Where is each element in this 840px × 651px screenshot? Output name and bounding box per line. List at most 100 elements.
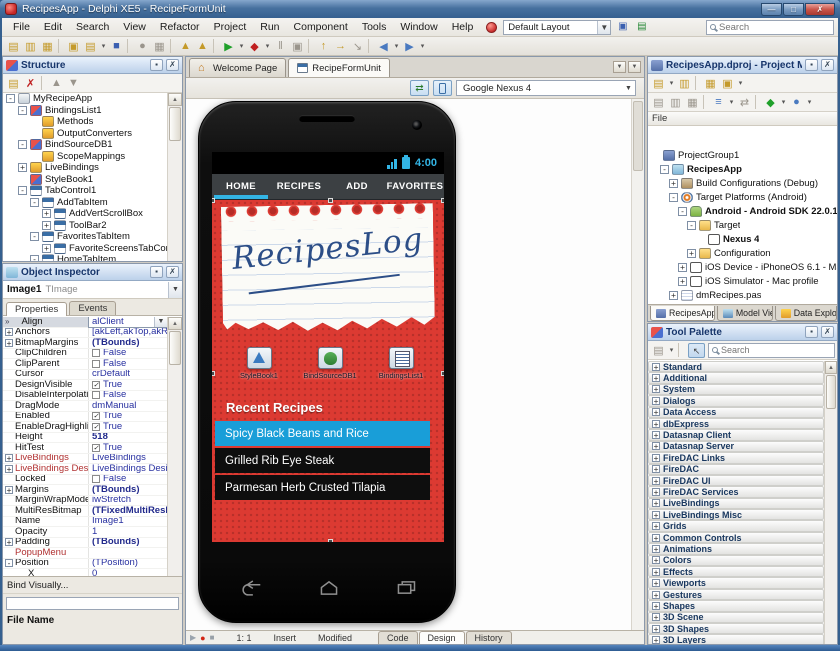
dropdown-icon[interactable]: ▾ (736, 75, 745, 91)
property-row[interactable]: + Anchors [akLeft,akTop,akRight,akBott ▼ (3, 327, 167, 338)
tree-item[interactable]: Methods (3, 116, 167, 128)
property-row[interactable]: ClipParent False ▼ (3, 359, 167, 370)
expand-toggle-icon[interactable]: - (678, 206, 687, 216)
chevron-down-icon[interactable]: ▼ (168, 281, 182, 298)
property-value-cell[interactable]: 0 ▼ (89, 569, 167, 576)
rotate-device-icon[interactable]: ⇄ (410, 80, 429, 96)
view-list-icon[interactable]: ≡ (710, 94, 727, 110)
cursor-tool-icon[interactable]: ↖ (688, 342, 705, 358)
canvas-scrollbar[interactable] (631, 99, 644, 630)
palette-category[interactable]: + FireDAC Services (648, 486, 824, 498)
panel-tab[interactable]: RecipesApp.... (650, 306, 715, 321)
expand-toggle-icon[interactable]: - (30, 232, 39, 242)
component-selector[interactable]: Image1 TImage ▼ (3, 281, 182, 299)
phone-screen[interactable]: 4:00 HOME RECIPES ADD FAVORITES RecipesL… (212, 152, 444, 542)
separator[interactable] (703, 95, 708, 109)
property-value-cell[interactable]: (TPosition) ▼ (89, 559, 167, 569)
chevron-down-icon[interactable]: ▼ (622, 85, 635, 92)
property-row[interactable]: EnableDragHighlight True ▼ (3, 422, 167, 433)
palette-category[interactable]: + LiveBindings Misc (648, 509, 824, 521)
open-icon[interactable]: ▥ (22, 38, 39, 54)
property-row[interactable]: Name Image1 ▼ (3, 516, 167, 527)
expand-toggle-icon[interactable]: - (6, 94, 15, 104)
separator[interactable] (695, 76, 700, 90)
expand-toggle-icon[interactable]: - (18, 140, 27, 150)
palette-category[interactable]: + 3D Layers (648, 634, 824, 644)
palette-category[interactable]: + Common Controls (648, 531, 824, 544)
scroll-up-icon[interactable]: ▲ (168, 317, 182, 330)
component-icon-item[interactable]: StyleBook1 (228, 347, 290, 380)
expand-toggle-icon[interactable]: + (652, 567, 660, 576)
editor-tab[interactable]: RecipeFormUnit (288, 58, 390, 77)
tree-item[interactable]: + FavoriteScreensTabControl (3, 242, 167, 255)
expand-toggle-icon[interactable]: + (652, 510, 660, 519)
add-file-icon[interactable]: ▣ (65, 38, 82, 54)
palette-category[interactable]: + LiveBindings (648, 497, 824, 510)
back-icon[interactable]: ◀ (375, 38, 392, 54)
app-tab[interactable]: HOME (212, 174, 270, 199)
scrollbar[interactable]: ▲ (167, 93, 182, 261)
show-source-icon[interactable]: ▦ (684, 94, 701, 110)
property-row[interactable]: + Padding (TBounds) ▼ (3, 537, 167, 548)
tree-item[interactable]: Nexus 4 (648, 232, 837, 246)
panel-tab[interactable]: Data Explorer (774, 306, 837, 321)
pin-icon[interactable]: ▪ (150, 59, 163, 71)
property-value-cell[interactable]: ▼ (89, 548, 167, 558)
dropdown-icon[interactable]: ▾ (237, 38, 246, 54)
separator[interactable] (170, 39, 175, 53)
property-row[interactable]: Locked False ▼ (3, 474, 167, 485)
scroll-up-icon[interactable]: ▲ (825, 361, 837, 374)
chevron-down-icon[interactable]: ▼ (597, 20, 611, 34)
close-icon[interactable]: ✗ (821, 326, 834, 338)
property-value-cell[interactable]: True ▼ (89, 412, 167, 422)
new-item-icon[interactable]: ▤ (5, 75, 22, 91)
checkbox-icon[interactable] (92, 391, 100, 400)
expand-toggle-icon[interactable]: - (5, 559, 13, 568)
property-filter-input[interactable] (6, 597, 179, 610)
property-value-cell[interactable]: LiveBindings Designer ▼ (89, 464, 167, 474)
expand-toggle-icon[interactable]: - (18, 105, 27, 115)
expand-toggle-icon[interactable]: + (652, 385, 660, 394)
expand-toggle-icon[interactable]: + (652, 374, 660, 383)
delete-icon[interactable]: ✗ (22, 75, 39, 91)
palette-category[interactable]: + Gestures (648, 588, 824, 601)
property-row[interactable]: PopupMenu ▼ (3, 548, 167, 559)
expand-toggle-icon[interactable]: + (5, 454, 13, 463)
property-value-cell[interactable]: (TFixedMultiResBitmap) ▼ (89, 506, 167, 516)
dropdown-icon[interactable]: ▾ (392, 38, 401, 54)
property-value-cell[interactable]: dmManual ▼ (89, 401, 167, 411)
expand-toggle-icon[interactable]: + (652, 613, 660, 622)
palette-category[interactable]: + FireDAC Links (648, 452, 824, 464)
property-value-cell[interactable]: True ▼ (89, 380, 167, 390)
dropdown-icon[interactable]: ▾ (99, 38, 108, 54)
menu-item[interactable]: Project (207, 19, 254, 35)
property-row[interactable]: Enabled True ▼ (3, 411, 167, 422)
palette-menu-icon[interactable]: ▤ (650, 342, 667, 358)
tree-item[interactable]: - RecipesApp (648, 162, 837, 176)
app-tab[interactable]: RECIPES (270, 174, 328, 199)
property-row[interactable]: DisableInterpolation False ▼ (3, 390, 167, 401)
app-tab[interactable]: FAVORITES (386, 174, 444, 199)
separator[interactable] (127, 39, 132, 53)
tree-item[interactable]: - HomeTabItem (3, 254, 167, 261)
tree-item[interactable]: ProjectGroup1 (648, 148, 837, 162)
sync-icon[interactable]: ⇄ (736, 94, 753, 110)
tree-item[interactable]: - AddTabItem (3, 196, 167, 209)
palette-category[interactable]: + Viewports (648, 577, 824, 589)
separator[interactable] (41, 76, 46, 90)
property-value-cell[interactable]: 1 ▼ (89, 527, 167, 537)
dropdown-icon[interactable]: ▾ (805, 94, 814, 110)
separator[interactable] (368, 39, 373, 53)
tab-scroll-icon[interactable]: ▼ (628, 61, 641, 73)
checkbox-icon[interactable] (92, 422, 100, 431)
expand-toggle-icon[interactable]: + (18, 163, 27, 173)
expand-toggle-icon[interactable]: + (678, 262, 687, 272)
expand-toggle-icon[interactable]: + (669, 178, 678, 188)
tree-item[interactable]: - Android - Android SDK 22.0.1 32bit (648, 204, 837, 218)
property-row[interactable]: DragMode dmManual ▼ (3, 401, 167, 412)
delete-layout-icon[interactable]: ▤ (634, 20, 649, 34)
tree-item[interactable]: - Target Platforms (Android) (648, 190, 837, 204)
tree-item[interactable]: + ToolBar2 (3, 219, 167, 232)
checkbox-icon[interactable] (92, 475, 100, 484)
bind-visually-link[interactable]: Bind Visually... (3, 577, 182, 594)
